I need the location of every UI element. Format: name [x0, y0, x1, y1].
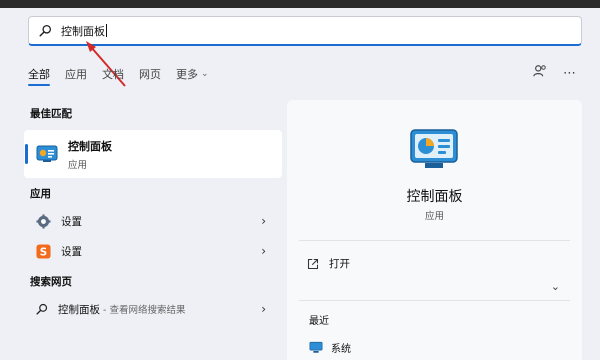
recent-item-system[interactable]: 系统: [309, 340, 351, 355]
chevron-down-icon: ⌄: [201, 69, 209, 79]
open-action[interactable]: 打开: [307, 256, 350, 271]
section-title-best-match: 最佳匹配: [30, 107, 72, 120]
tab-more-label: 更多: [176, 68, 198, 81]
open-action-label: 打开: [329, 258, 350, 270]
recent-item-label: 系统: [331, 344, 351, 355]
more-icon[interactable]: ⋯: [563, 66, 576, 81]
search-filter-tabs: 全部 应用 文档 网页 更多 ⌄: [28, 66, 224, 86]
tab-documents[interactable]: 文档: [102, 66, 124, 82]
best-match-type: 应用: [68, 159, 88, 171]
chevron-right-icon[interactable]: ›: [261, 214, 266, 228]
search-icon: [39, 24, 52, 37]
divider: [299, 300, 570, 301]
search-icon: [36, 303, 48, 315]
chevron-down-icon[interactable]: ⌄: [551, 280, 560, 293]
tab-apps[interactable]: 应用: [65, 66, 87, 82]
account-icon[interactable]: [533, 64, 547, 82]
best-match-card[interactable]: 控制面板 应用: [24, 130, 282, 178]
web-result-text: 控制面板 - 查看网络搜索结果: [58, 302, 185, 317]
system-icon: [309, 341, 323, 353]
control-panel-large-icon: [410, 129, 458, 168]
app-result-settings[interactable]: 设置 ›: [24, 206, 282, 236]
app-result-label: 设置: [61, 245, 82, 258]
search-query[interactable]: 控制面板: [61, 23, 105, 39]
divider: [299, 240, 570, 241]
best-match-title: 控制面板: [68, 139, 112, 153]
tab-all[interactable]: 全部: [28, 66, 50, 86]
app-result-settings-2[interactable]: S 设置 ›: [24, 236, 282, 266]
web-result-query: 控制面板: [58, 303, 100, 316]
chevron-right-icon[interactable]: ›: [261, 244, 266, 258]
section-title-web: 搜索网页: [30, 275, 72, 288]
app-result-label: 设置: [61, 215, 82, 228]
chevron-right-icon[interactable]: ›: [261, 302, 266, 316]
tab-web[interactable]: 网页: [139, 66, 161, 82]
detail-type: 应用: [424, 211, 444, 222]
control-panel-icon: [36, 145, 58, 162]
web-result[interactable]: 控制面板 - 查看网络搜索结果 ›: [24, 294, 282, 324]
open-external-icon: [307, 258, 319, 269]
result-detail-panel: 控制面板 应用 打开 ⌄ 最近 系统: [287, 100, 582, 360]
detail-title: 控制面板: [406, 189, 463, 205]
results-list: 最佳匹配 控制面板 应用 应用 设置 › S 设置 › 搜索网页 控制面板 - …: [24, 100, 282, 324]
svg-text:S: S: [40, 246, 47, 258]
selection-indicator: [25, 144, 28, 164]
text-cursor: [106, 24, 107, 37]
tab-more[interactable]: 更多 ⌄: [176, 66, 209, 82]
recent-section-title: 最近: [309, 316, 329, 327]
window-top-edge: [0, 0, 600, 8]
web-result-hint: - 查看网络搜索结果: [100, 304, 186, 316]
gear-icon: [36, 213, 51, 229]
sogou-settings-icon: S: [36, 243, 51, 258]
search-input[interactable]: 控制面板: [28, 16, 582, 46]
section-title-apps: 应用: [30, 187, 51, 200]
header-actions: ⋯: [533, 64, 576, 82]
